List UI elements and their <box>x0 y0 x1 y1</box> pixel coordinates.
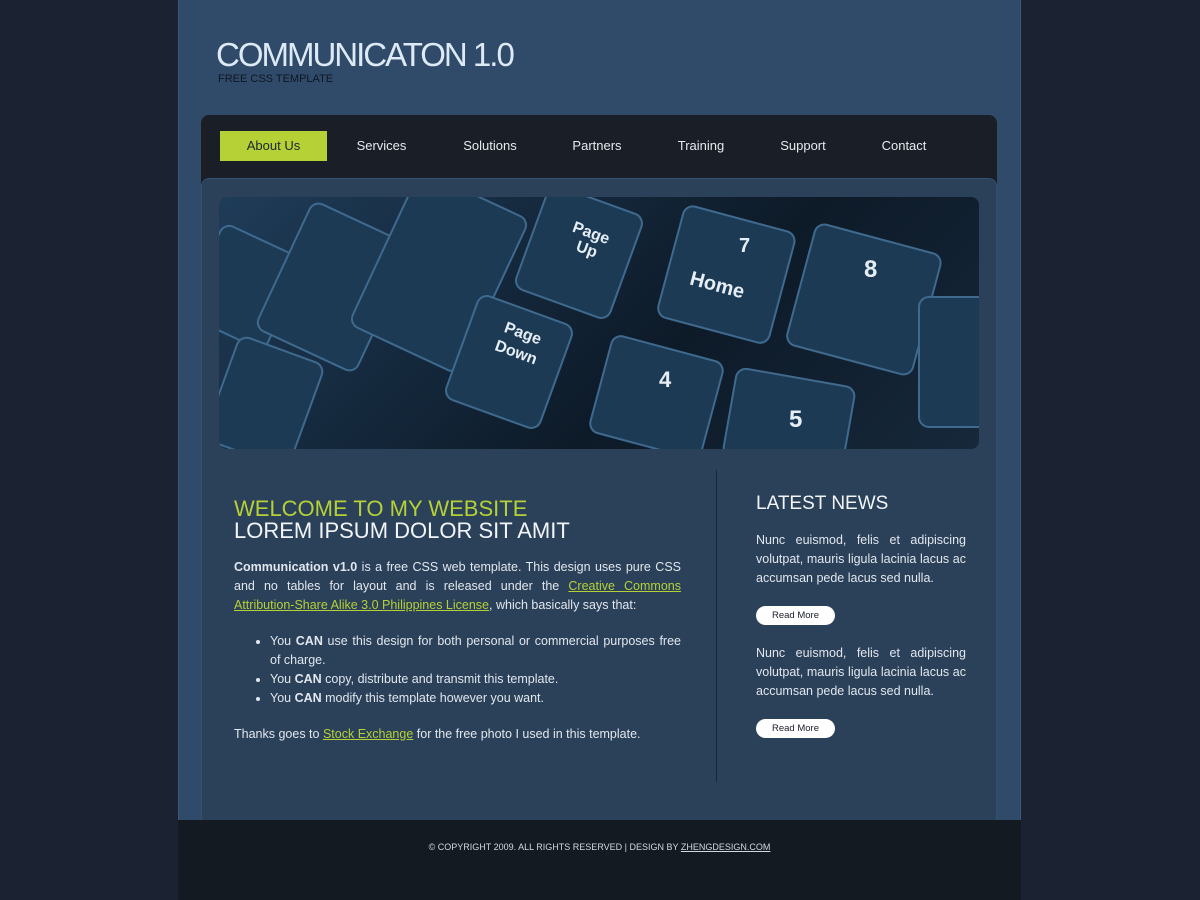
thanks-paragraph: Thanks goes to Stock Exchange for the fr… <box>234 727 641 741</box>
welcome-section: WELCOME TO MY WEBSITE LOREM IPSUM DOLOR … <box>234 498 681 744</box>
designer-link[interactable]: ZHENGDESIGN.COM <box>681 842 771 852</box>
site-subtitle: FREE CSS TEMPLATE <box>218 73 334 85</box>
nav-training[interactable]: Training <box>651 131 751 161</box>
nav-services[interactable]: Services <box>331 131 432 161</box>
news-item-text: Nunc euismod, felis et adipiscing volutp… <box>756 533 966 585</box>
svg-text:5: 5 <box>789 406 802 433</box>
nav-about-us[interactable]: About Us <box>220 131 327 161</box>
intro-paragraph: Communication v1.0 is a free CSS web tem… <box>234 558 681 615</box>
list-item: You CAN copy, distribute and transmit th… <box>270 670 681 689</box>
nav-solutions[interactable]: Solutions <box>439 131 541 161</box>
rights-list: You CAN use this design for both persona… <box>270 632 681 708</box>
site-title: COMMUNICATON 1.0 <box>216 36 515 73</box>
keyboard-banner-image: Page Up Home 7 8 Page Down 4 5 <box>219 197 979 449</box>
svg-text:4: 4 <box>659 367 672 392</box>
intro-end: , which basically says that: <box>489 598 637 612</box>
read-more-button[interactable]: Read More <box>756 606 835 625</box>
nav-support[interactable]: Support <box>753 131 853 161</box>
svg-text:7: 7 <box>739 235 750 257</box>
copyright-text: © COPYRIGHT 2009. ALL RIGHTS RESERVED | … <box>428 842 681 852</box>
main-nav: About Us Services Solutions Partners Tra… <box>201 115 997 185</box>
news-title: LATEST NEWS <box>756 493 889 514</box>
news-item-text: Nunc euismod, felis et adipiscing volutp… <box>756 646 966 698</box>
latest-news: LATEST NEWS Nunc euismod, felis et adipi… <box>756 494 966 757</box>
nav-contact[interactable]: Contact <box>854 131 954 161</box>
nav-partners[interactable]: Partners <box>547 131 647 161</box>
list-item: You CAN modify this template however you… <box>270 689 681 708</box>
read-more-button[interactable]: Read More <box>756 719 835 738</box>
welcome-subheading: LOREM IPSUM DOLOR SIT AMIT <box>234 518 570 543</box>
footer: © COPYRIGHT 2009. ALL RIGHTS RESERVED | … <box>178 820 1021 900</box>
column-divider <box>716 470 717 782</box>
welcome-heading: WELCOME TO MY WEBSITE <box>234 496 528 521</box>
stock-exchange-link[interactable]: Stock Exchange <box>323 727 413 741</box>
intro-bold: Communication v1.0 <box>234 560 358 574</box>
svg-text:8: 8 <box>864 256 877 283</box>
list-item: You CAN use this design for both persona… <box>270 632 681 670</box>
